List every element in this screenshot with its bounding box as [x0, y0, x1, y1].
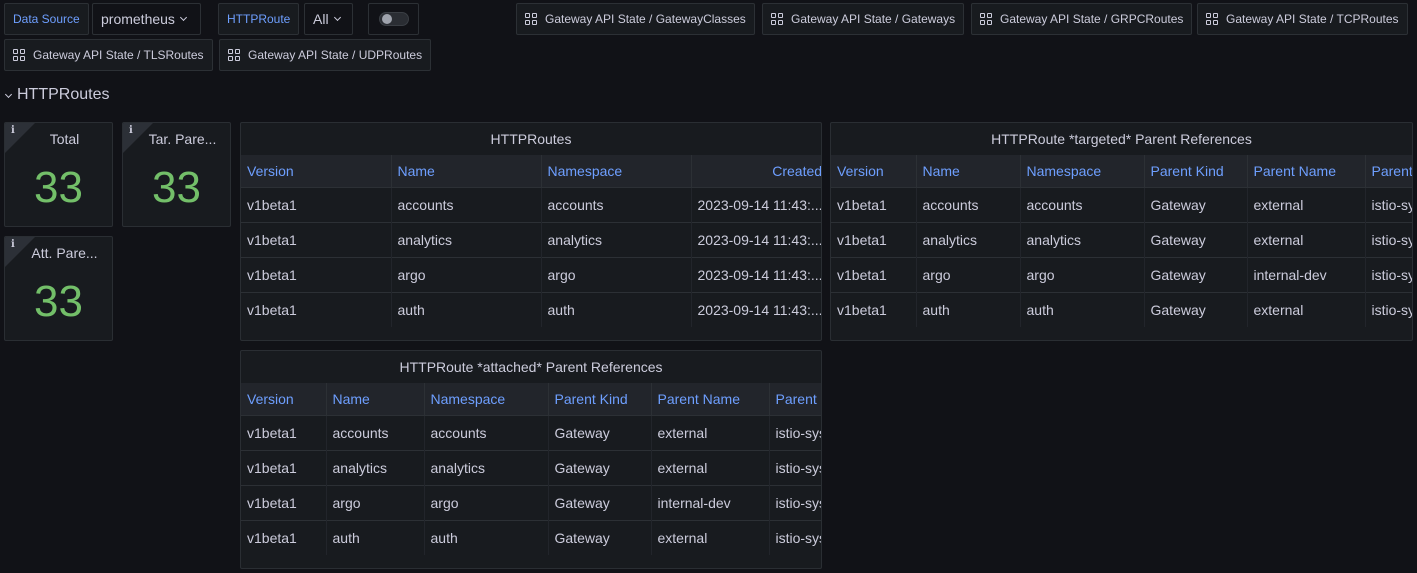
chevron-down-icon [179, 13, 187, 22]
dashboard-grid-icon [1206, 13, 1218, 25]
table-row: v1beta1 accounts accounts Gateway external is… [831, 186, 1412, 222]
table-row: v1beta1 argo argo Gateway internal-dev istio-… [241, 484, 821, 520]
toggle-switch [378, 12, 409, 26]
link-tcproutes[interactable]: Gateway API State / TCPRoutes [1197, 3, 1408, 35]
link-label: Gateway API State / UDPRoutes [248, 48, 423, 62]
link-tlsroutes[interactable]: Gateway API State / TLSRoutes [4, 39, 213, 71]
datasource-select[interactable]: prometheus [92, 3, 201, 35]
httproute-variable-label: HTTPRoute [218, 3, 300, 35]
dashboard-grid-icon [771, 13, 783, 25]
column-header-version[interactable]: Version [241, 155, 392, 187]
link-gatewayclasses[interactable]: Gateway API State / GatewayClasses [516, 3, 755, 35]
chevron-down-icon [333, 13, 341, 22]
stat-title: Total [49, 131, 80, 147]
column-header-namespace[interactable]: Namespace [424, 383, 549, 415]
column-header-namespace[interactable]: Namespace [1020, 155, 1145, 187]
table-row: v1beta1 analytics analytics Gateway external… [831, 221, 1412, 257]
column-header-namespace[interactable]: Namespace [541, 155, 692, 187]
column-header-version[interactable]: Version [241, 383, 327, 415]
targeted-parent-refs-panel: HTTPRoute *targeted* Parent References V… [830, 122, 1413, 341]
variable-toggle[interactable] [368, 3, 419, 35]
link-gateways[interactable]: Gateway API State / Gateways [762, 3, 965, 35]
link-label: Gateway API State / TCPRoutes [1226, 12, 1399, 26]
dashboard-grid-icon [13, 49, 25, 61]
chevron-down-icon [4, 90, 13, 98]
link-label: Gateway API State / Gateways [791, 12, 956, 26]
column-header-parent-namespace[interactable]: Parent N [769, 383, 821, 415]
column-header-parent-name[interactable]: Parent Name [651, 383, 770, 415]
table-row: v1beta1 analytics analytics Gateway external… [241, 449, 821, 485]
dashboard-grid-icon [980, 13, 992, 25]
column-header-created[interactable]: Created A [691, 155, 821, 187]
httproute-select[interactable]: All [304, 3, 353, 35]
datasource-value: prometheus [101, 11, 175, 27]
dashboard-grid-icon [525, 13, 537, 25]
table-row: v1beta1 accounts accounts 2023-09-14 11:43:… [241, 186, 821, 222]
row-title: HTTPRoutes [17, 86, 110, 103]
stat-value: 33 [34, 277, 83, 326]
table-row: v1beta1 auth auth 2023-09-14 11:43:... [241, 291, 821, 327]
stat-value: 33 [34, 163, 83, 212]
httproute-value: All [313, 11, 329, 27]
link-label: Gateway API State / GatewayClasses [545, 12, 746, 26]
stat-panel-total: i Total 33 [4, 122, 113, 227]
table-row: v1beta1 argo argo 2023-09-14 11:43:... [241, 256, 821, 292]
stat-value: 33 [152, 163, 201, 212]
stat-title: Att. Pare... [31, 245, 98, 261]
link-label: Gateway API State / TLSRoutes [33, 48, 204, 62]
column-header-parent-kind[interactable]: Parent Kind [1144, 155, 1248, 187]
table-row: v1beta1 analytics analytics 2023-09-14 11:4… [241, 221, 821, 257]
httproutes-table: Version Name Namespace Created A v1beta1… [241, 155, 821, 327]
panel-title: HTTPRoute *targeted* Parent References [991, 131, 1252, 147]
column-header-version[interactable]: Version [831, 155, 917, 187]
column-header-parent-namespace[interactable]: Parent N [1365, 155, 1412, 187]
stat-panel-targeted: i Tar. Pare... 33 [122, 122, 231, 227]
row-header-httproutes[interactable]: HTTPRoutes [4, 86, 110, 104]
attached-parent-refs-panel: HTTPRoute *attached* Parent References V… [240, 350, 822, 569]
link-grpcroutes[interactable]: Gateway API State / GRPCRoutes [971, 3, 1193, 35]
targeted-parent-refs-table: Version Name Namespace Parent Kind Paren… [831, 155, 1412, 327]
table-row: v1beta1 accounts accounts Gateway external is… [241, 414, 821, 450]
dashboard-grid-icon [228, 49, 240, 61]
column-header-name[interactable]: Name [916, 155, 1021, 187]
column-header-parent-name[interactable]: Parent Name [1247, 155, 1366, 187]
column-header-name[interactable]: Name [326, 383, 425, 415]
link-label: Gateway API State / GRPCRoutes [1000, 12, 1184, 26]
table-row: v1beta1authauthGatewayexternalistio-sys [831, 291, 1412, 327]
table-row: v1beta1authauthGatewayexternalistio-sys [241, 519, 821, 555]
attached-parent-refs-table: Version Name Namespace Parent Kind Paren… [241, 383, 821, 555]
panel-title: HTTPRoutes [490, 131, 572, 147]
column-header-parent-kind[interactable]: Parent Kind [548, 383, 652, 415]
table-row: v1beta1 argo argo Gateway internal-dev istio-… [831, 256, 1412, 292]
datasource-variable-label: Data Source [4, 3, 89, 35]
httproutes-table-panel: HTTPRoutes Version Name Namespace Create… [240, 122, 822, 341]
column-header-name[interactable]: Name [391, 155, 542, 187]
stat-title: Tar. Pare... [148, 131, 217, 147]
link-udproutes[interactable]: Gateway API State / UDPRoutes [219, 39, 432, 71]
panel-title: HTTPRoute *attached* Parent References [399, 359, 663, 375]
stat-panel-attached: i Att. Pare... 33 [4, 236, 113, 341]
